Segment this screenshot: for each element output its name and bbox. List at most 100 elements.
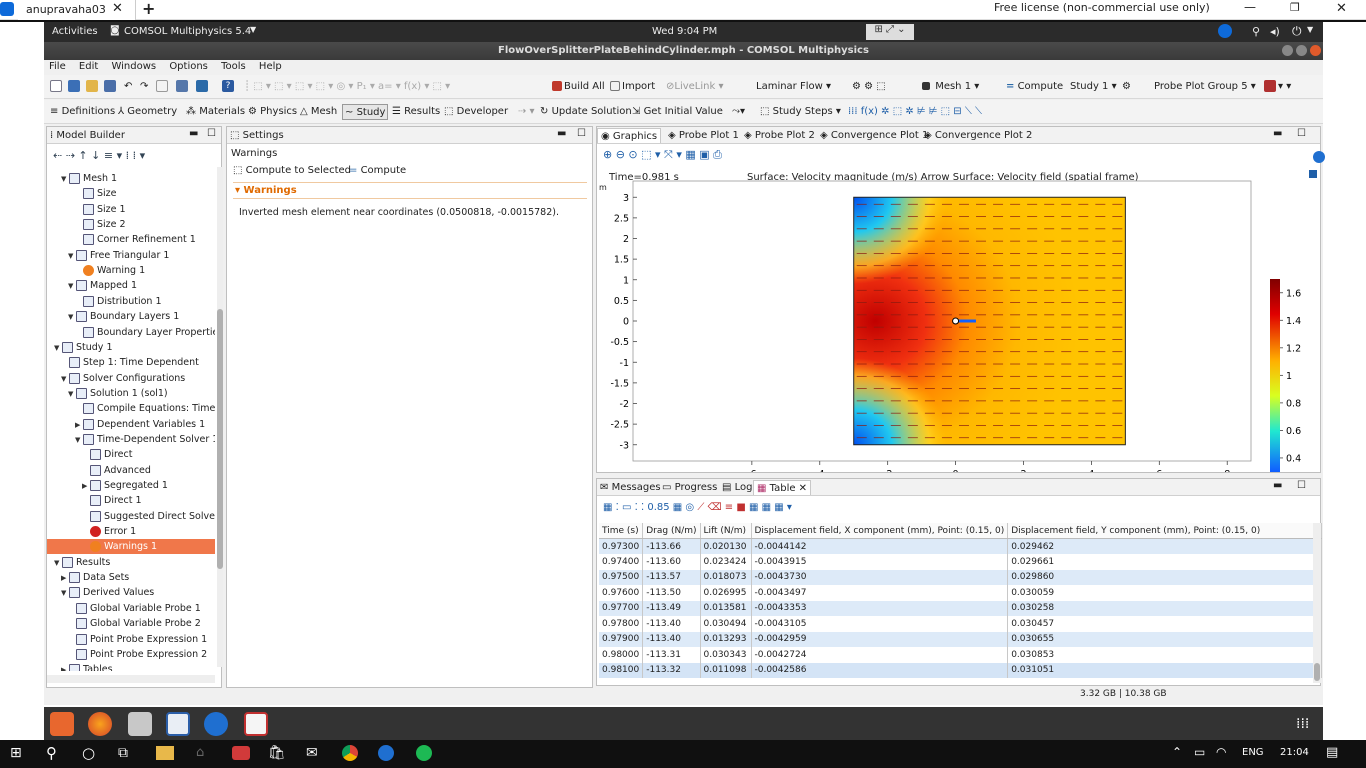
tree-item[interactable]: ▼ Solution 1 (sol1) xyxy=(47,386,215,401)
close-window-icon[interactable]: ✕ xyxy=(1336,1,1347,16)
table-row[interactable]: 0.97900 -113.40 0.013293 -0.0042959 0.030655 xyxy=(599,631,1323,647)
tree-item[interactable]: Error 1 xyxy=(47,524,215,539)
chrome-icon[interactable] xyxy=(342,745,358,761)
model-wizard-icon[interactable] xyxy=(68,79,82,95)
tree-item[interactable]: ▼ Free Triangular 1 xyxy=(47,248,215,263)
maximize-icon[interactable] xyxy=(1296,45,1307,56)
collapse-icon[interactable]: ▼ xyxy=(68,387,76,402)
table-scrollbar-thumb[interactable] xyxy=(1314,663,1320,681)
undo-icon[interactable]: ↶ xyxy=(124,79,132,95)
tree-item[interactable]: ▼ Mesh 1 xyxy=(47,171,215,186)
tree-item[interactable]: Compile Equations: Time D xyxy=(47,401,215,416)
table-row[interactable]: 0.97300 -113.66 0.020130 -0.0044142 0.029462 xyxy=(599,538,1323,554)
new-tab-icon[interactable]: + xyxy=(142,0,155,18)
chevron-up-icon[interactable]: ⌃ xyxy=(1172,745,1182,759)
column-header[interactable]: Time (s) xyxy=(599,523,644,539)
table-row[interactable]: 0.97800 -113.40 0.030494 -0.0043105 0.030457 xyxy=(599,616,1323,632)
table-row[interactable]: 0.98000 -113.31 0.030343 -0.0042724 0.030853 xyxy=(599,647,1323,663)
column-header[interactable]: Displacement field, X component (mm), Po… xyxy=(751,523,1009,539)
tree-item[interactable]: Size 2 xyxy=(47,217,215,232)
maximize-icon[interactable]: ☐ xyxy=(207,128,216,139)
task-view-icon[interactable]: ⧉ xyxy=(118,745,128,761)
model-builder-tab[interactable]: ⁞ Model Builder xyxy=(47,128,128,143)
show-default-solver-icon[interactable]: ⤳▾ xyxy=(732,104,745,120)
minimize-icon[interactable] xyxy=(1282,45,1293,56)
expand-icon[interactable]: ▶ xyxy=(82,479,90,494)
column-header[interactable]: Lift (N/m) xyxy=(700,523,752,539)
teamviewer-icon[interactable] xyxy=(1218,24,1232,38)
settings-tab[interactable]: ⬚ Settings xyxy=(227,128,287,143)
build-all-button[interactable]: Build All xyxy=(552,79,605,95)
physics-dropdown[interactable]: Laminar Flow ▾ xyxy=(756,79,831,95)
tree-item[interactable]: Size 1 xyxy=(47,202,215,217)
table-row[interactable]: 0.97400 -113.60 0.023424 -0.0043915 0.029661 xyxy=(599,554,1323,570)
network-icon[interactable]: ⚲ xyxy=(1252,25,1260,38)
tree-item[interactable]: Point Probe Expression 2 xyxy=(47,647,215,662)
search-icon[interactable]: ⚲ xyxy=(46,744,57,762)
collapse-icon[interactable]: ▼ xyxy=(68,279,76,294)
livelink-button[interactable]: ⊘LiveLink ▾ xyxy=(666,79,724,95)
tree-item[interactable]: ▶ Tables xyxy=(47,662,215,671)
study-steps-button[interactable]: ⬚ Study Steps ▾ xyxy=(760,104,841,120)
minimize-icon[interactable]: ▬ xyxy=(189,128,198,139)
app-icon[interactable] xyxy=(232,746,250,760)
study-dropdown[interactable]: Study 1 ▾ xyxy=(1070,79,1117,95)
tree-item[interactable]: Direct xyxy=(47,447,215,462)
menu-windows[interactable]: Windows xyxy=(106,60,161,72)
study-extension-icons[interactable]: ⁞⁞⁞ f(x) ✲ ⬚ ✲ ⊭ ⊭ ⬚ ⊟ ⟍ ⟍ xyxy=(848,104,982,120)
power-icon[interactable]: ⏻ xyxy=(1292,24,1302,39)
tab-messages[interactable]: ✉ Messages xyxy=(597,480,664,495)
clock[interactable]: Wed 9:04 PM xyxy=(652,26,717,37)
velocity-plot[interactable]: -6 -4 -2 0 2 4 6 8 m 3 2.5 2 1.5 1 0.5 0 -0.5 -1 -1.5 -2 -2.… xyxy=(597,127,1320,472)
tree-item[interactable]: ▶ Dependent Variables 1 xyxy=(47,417,215,432)
compute-button[interactable]: = Compute xyxy=(1006,79,1063,95)
menu-edit[interactable]: Edit xyxy=(74,60,103,72)
menu-options[interactable]: Options xyxy=(164,60,213,72)
menu-help[interactable]: Help xyxy=(254,60,287,72)
menu-tools[interactable]: Tools xyxy=(216,60,251,72)
warnings-section-header[interactable]: ▾ Warnings xyxy=(235,185,297,196)
maximize-icon[interactable]: ☐ xyxy=(577,128,586,139)
physics-tools[interactable]: ⚙ ⚙ ⬚ xyxy=(852,79,886,95)
table-row[interactable]: 0.97700 -113.49 0.013581 -0.0043353 0.030258 xyxy=(599,600,1323,616)
files-app-icon[interactable] xyxy=(50,712,74,736)
tree-item[interactable]: ▼ Boundary Layers 1 xyxy=(47,309,215,324)
tab-developer[interactable]: ⬚ Developer xyxy=(444,104,508,120)
firefox-icon[interactable] xyxy=(88,712,112,736)
new-icon[interactable] xyxy=(50,79,64,95)
collapse-icon[interactable]: ▼ xyxy=(61,172,69,187)
import-button[interactable]: Import xyxy=(610,79,655,95)
copy-icon[interactable] xyxy=(156,79,170,95)
tree-item[interactable]: Warnings 1 xyxy=(47,539,215,555)
activities-button[interactable]: Activities xyxy=(52,26,98,37)
tree-item[interactable]: ▶ Segregated 1 xyxy=(47,478,215,493)
table-scrollbar[interactable] xyxy=(1313,523,1321,683)
table-toolbar[interactable]: ▦ ⁚ ▭ ⁚ ⁚ 0.85 ▦ ◎ ⟋ ⌫ ≡ ■ ▦ ▦ ▦ ▾ xyxy=(603,502,792,513)
help-icon[interactable]: ? xyxy=(222,79,236,95)
tab-results[interactable]: ☰ Results xyxy=(392,104,440,120)
tree-item[interactable]: Global Variable Probe 1 xyxy=(47,601,215,616)
expand-icon[interactable]: ▶ xyxy=(61,663,69,671)
comsol-dock-icon[interactable] xyxy=(166,712,190,736)
mesh-dropdown[interactable]: Mesh 1 ▾ xyxy=(922,79,979,95)
restore-icon[interactable]: ❐ xyxy=(1290,1,1300,14)
tab-table[interactable]: ▦ Table ✕ xyxy=(753,480,812,495)
minimize-icon[interactable]: ▬ xyxy=(557,128,566,139)
app-menu[interactable]: COMSOL Multiphysics 5.4 xyxy=(124,26,251,37)
taskbar-clock[interactable]: 21:04 xyxy=(1280,747,1309,758)
tree-toolbar[interactable]: ⇠ ⇢ ↑ ↓ ≡ ▾ ⁞ ⁞ ▾ xyxy=(53,149,145,162)
remote-toolbar[interactable]: ⊞ ⤢ ⌄ xyxy=(866,24,914,40)
tab-materials[interactable]: ⁂ Materials xyxy=(186,104,245,120)
maximize-icon[interactable]: ☐ xyxy=(1297,480,1306,491)
tree-item[interactable]: ▼ Mapped 1 xyxy=(47,278,215,293)
teamviewer-taskbar-icon[interactable] xyxy=(378,745,394,761)
minimize-icon[interactable]: ▬ xyxy=(1273,480,1282,491)
minimize-icon[interactable]: — xyxy=(1244,0,1256,14)
app-builder-icon[interactable] xyxy=(196,79,210,95)
tab-mesh[interactable]: △ Mesh xyxy=(300,104,337,120)
close-icon[interactable]: ✕ xyxy=(112,1,123,16)
study-tools-icon[interactable]: ⚙ xyxy=(1122,79,1131,95)
tab-progress[interactable]: ▭ Progress xyxy=(659,480,720,495)
collapse-icon[interactable]: ▼ xyxy=(68,310,76,325)
language-indicator[interactable]: ENG xyxy=(1242,747,1264,758)
